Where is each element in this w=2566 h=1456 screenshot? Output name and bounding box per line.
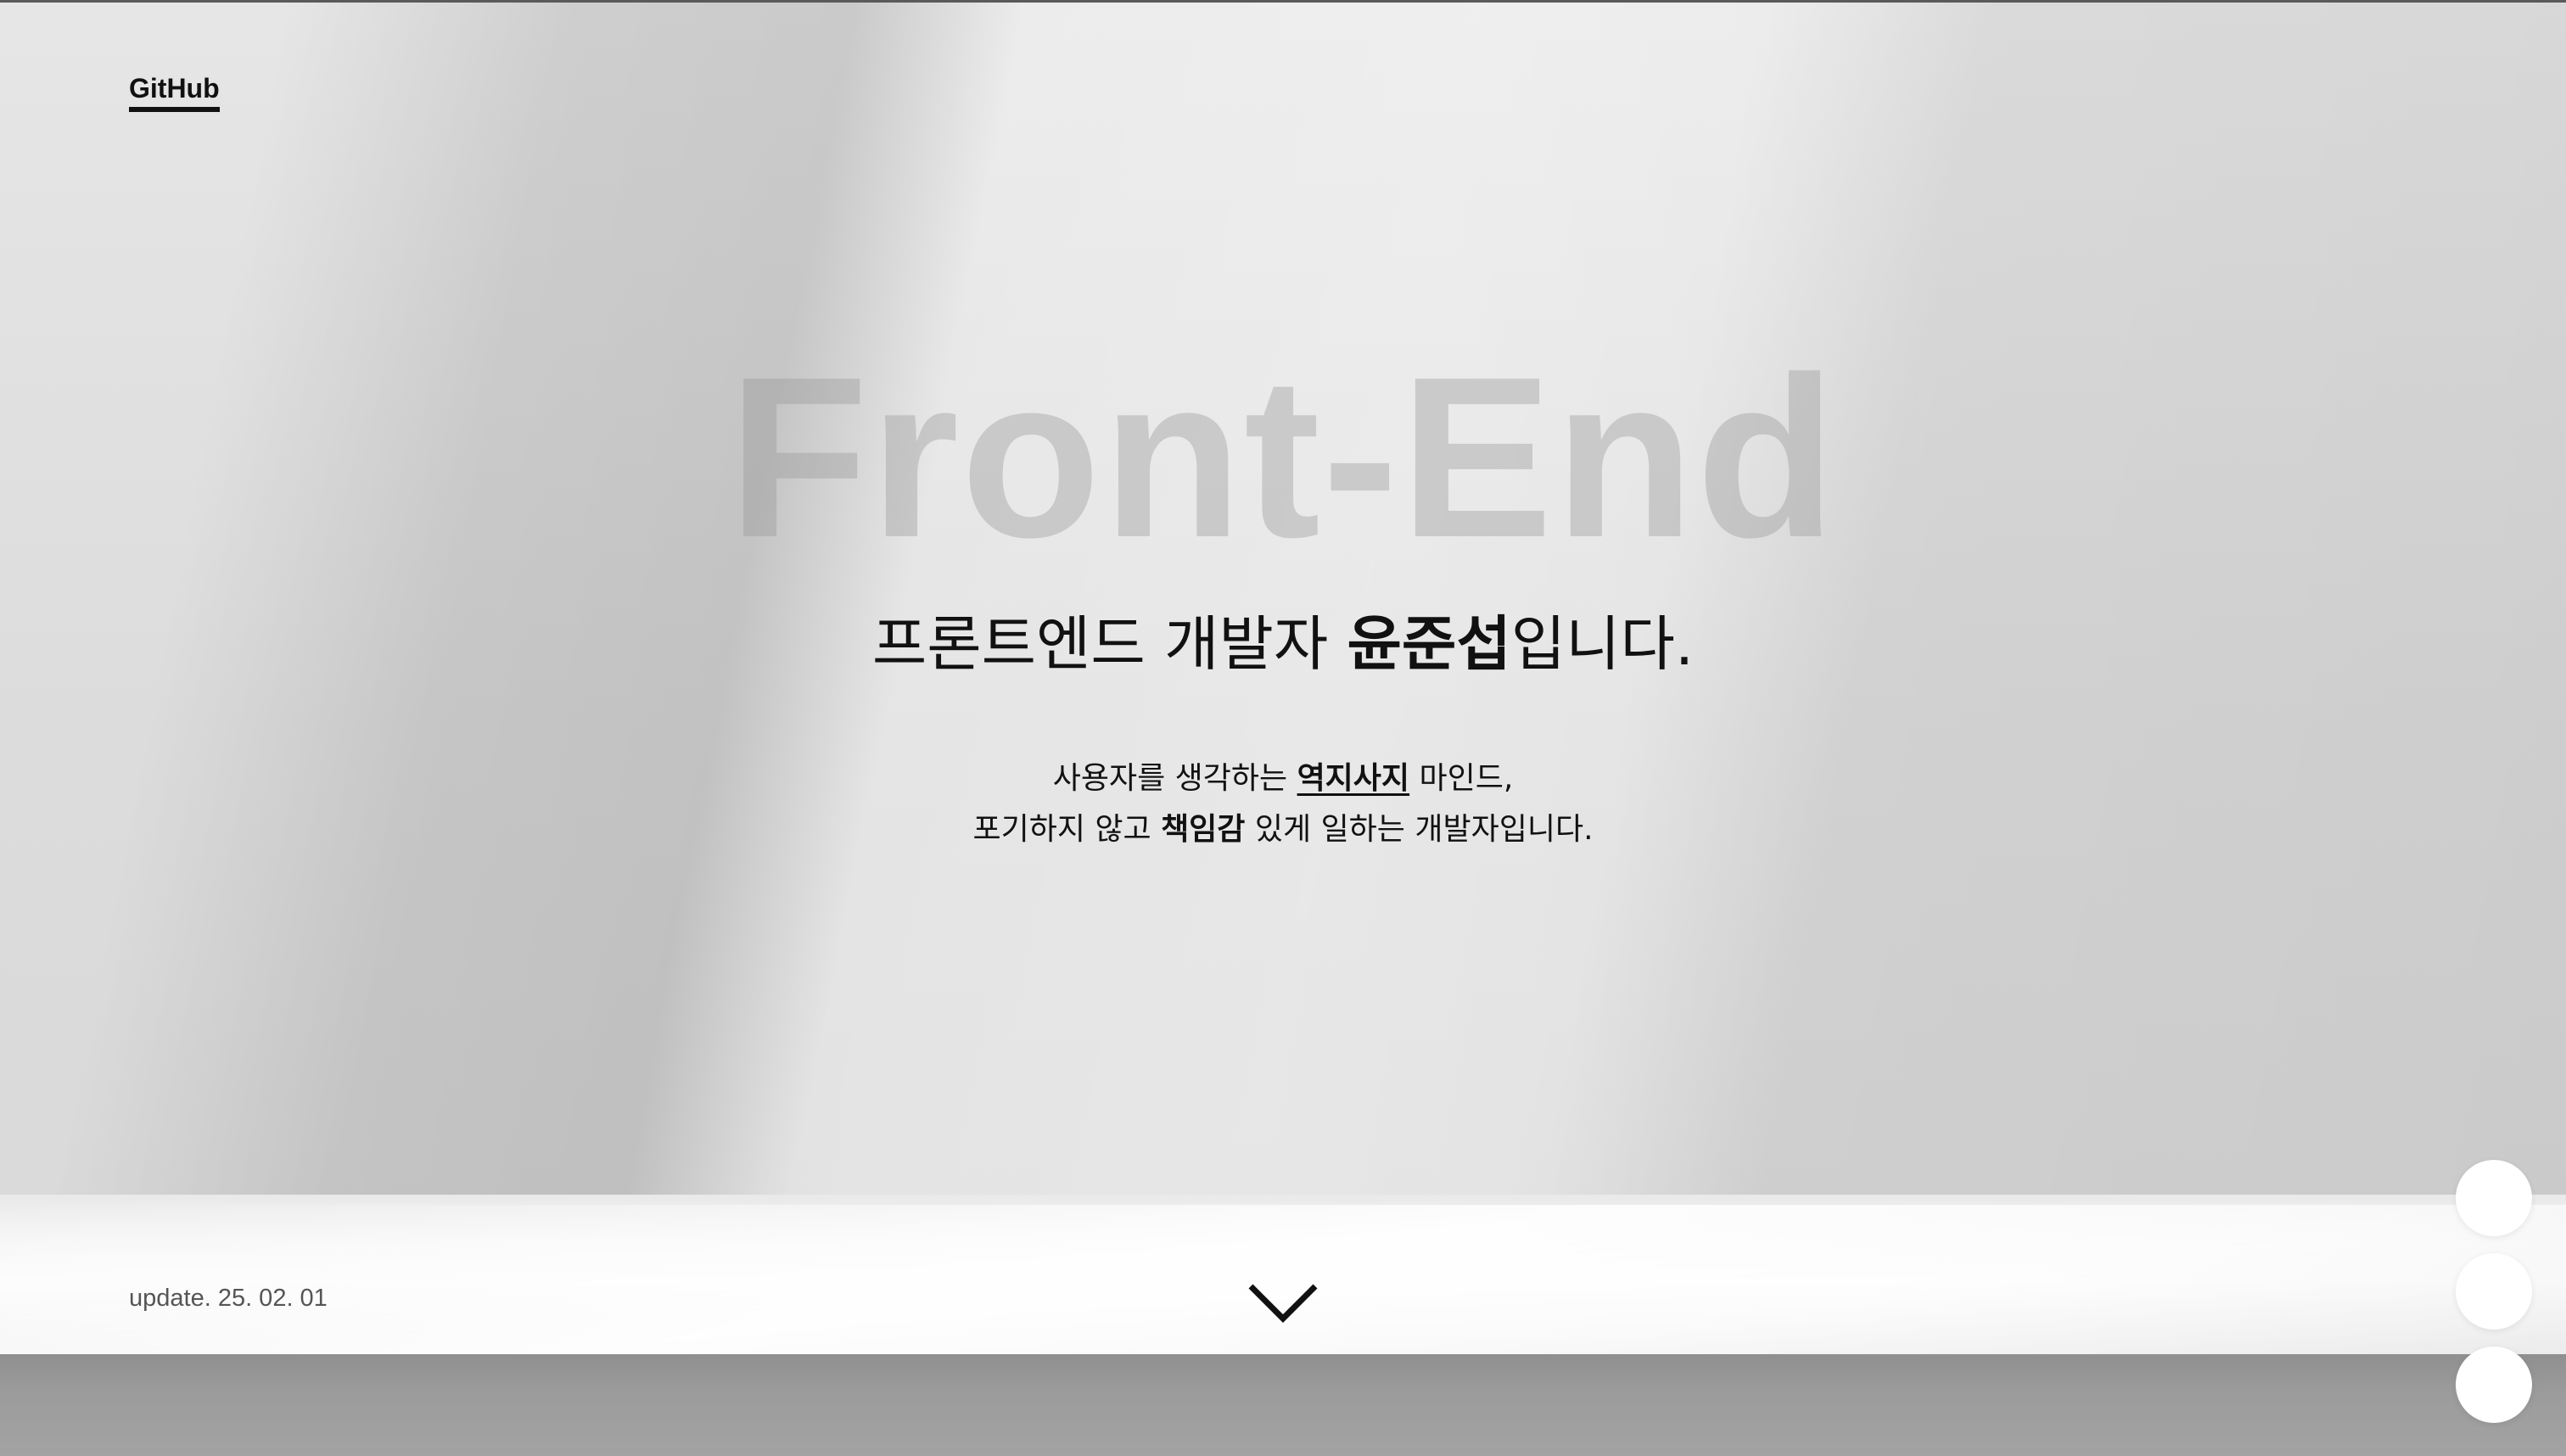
github-link[interactable]: GitHub (129, 71, 220, 112)
line1-emphasis: 역지사지 (1297, 761, 1410, 796)
hero-description: 사용자를 생각하는 역지사지 마인드, 포기하지 않고 책임감 있게 일하는 개… (0, 753, 2566, 855)
update-date: update. 25. 02. 01 (129, 1285, 328, 1312)
hero-headline: 프론트엔드 개발자 윤준섭입니다. (0, 606, 2566, 682)
background-title: Front-End (728, 330, 1838, 585)
section-nav-dot-3[interactable] (2456, 1347, 2532, 1423)
description-line-1: 사용자를 생각하는 역지사지 마인드, (0, 753, 2566, 804)
section-nav-dot-2[interactable] (2456, 1253, 2532, 1330)
floor-base (0, 1354, 2566, 1456)
chevron-down-icon[interactable] (1247, 1281, 1319, 1324)
description-line-2: 포기하지 않고 책임감 있게 일하는 개발자입니다. (0, 804, 2566, 855)
developer-name: 윤준섭 (1347, 609, 1511, 679)
top-border (0, 0, 2566, 3)
line2-suffix: 있게 일하는 개발자입니다. (1245, 812, 1594, 847)
headline-suffix: 입니다. (1510, 609, 1695, 679)
headline-prefix: 프론트엔드 개발자 (871, 609, 1347, 679)
line2-prefix: 포기하지 않고 (972, 812, 1162, 847)
line1-suffix: 마인드, (1409, 761, 1514, 796)
line1-prefix: 사용자를 생각하는 (1052, 761, 1297, 796)
line2-emphasis: 책임감 (1161, 812, 1246, 847)
floor-light (0, 1205, 2566, 1354)
section-nav-dot-1[interactable] (2456, 1160, 2532, 1236)
